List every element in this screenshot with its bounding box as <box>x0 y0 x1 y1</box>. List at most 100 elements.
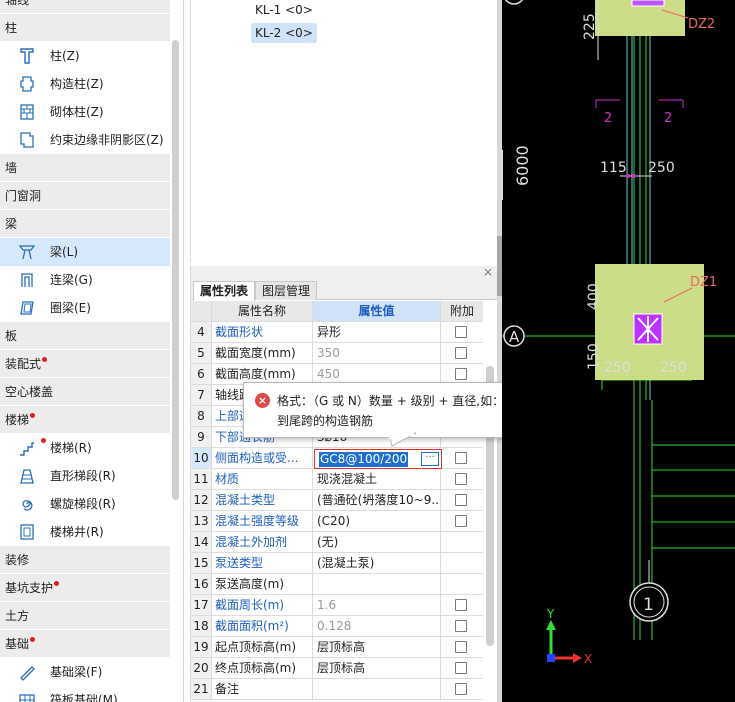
table-row[interactable]: 16 泵送高度(m) <box>191 574 483 595</box>
extra-checkbox[interactable] <box>455 683 467 695</box>
extra-checkbox[interactable] <box>455 515 467 527</box>
table-row[interactable]: 20 终点顶标高(m) 层顶标高 <box>191 658 483 679</box>
extra-checkbox[interactable] <box>455 662 467 674</box>
nav-item-label: 梁(L) <box>50 245 79 259</box>
table-row[interactable]: 12 混凝土类型 (普通砼(坍落度10~9... <box>191 490 483 511</box>
property-value[interactable]: 450 <box>313 364 441 384</box>
row-number: 19 <box>191 637 212 657</box>
nav-category-axis[interactable]: 轴线 <box>0 0 170 14</box>
property-value[interactable]: (混凝土泵) <box>313 553 441 573</box>
table-row[interactable]: 5 截面宽度(mm) 350 <box>191 343 483 364</box>
property-name: 备注 <box>212 679 313 699</box>
property-value[interactable]: 层顶标高 <box>313 658 441 678</box>
property-value[interactable] <box>313 679 441 699</box>
nav-item-label: 筏板基础(M) <box>50 693 118 702</box>
row-number: 21 <box>191 679 212 699</box>
dim-6000: 6000 <box>513 145 532 186</box>
nav-category-stair[interactable]: 楼梯 <box>0 406 170 434</box>
nav-item-label: 圈梁(E) <box>50 301 91 315</box>
extra-cell <box>441 553 483 573</box>
nav-item-raft-foundation[interactable]: 筏板基础(M) <box>0 686 170 702</box>
raft-foundation-icon <box>19 694 35 702</box>
label-dz2: DZ2 <box>688 17 715 32</box>
extra-cell <box>441 616 483 636</box>
property-tabs: 属性列表 图层管理 <box>191 280 497 301</box>
table-row[interactable]: 19 起点顶标高(m) 层顶标高 <box>191 637 483 658</box>
nav-item-masonry-column[interactable]: 砌体柱(Z) <box>0 98 170 126</box>
nav-category-column[interactable]: 柱 <box>0 14 170 42</box>
table-row[interactable]: 4 截面形状 异形 <box>191 322 483 343</box>
row-number: 8 <box>191 406 212 426</box>
property-value[interactable]: (普通砼(坍落度10~9... <box>313 490 441 510</box>
table-row[interactable]: 13 混凝土强度等级 (C20) <box>191 511 483 532</box>
grid-header-extra: 附加 <box>441 301 483 321</box>
extra-checkbox[interactable] <box>455 473 467 485</box>
nav-category-earthwork[interactable]: 土方 <box>0 602 170 630</box>
property-value[interactable] <box>313 574 441 594</box>
nav-category-beam[interactable]: 梁 <box>0 210 170 238</box>
property-name: 泵送类型 <box>212 553 313 573</box>
nav-item-beam[interactable]: 梁(L) <box>0 238 170 266</box>
nav-category-decoration[interactable]: 装修 <box>0 546 170 574</box>
property-value[interactable]: 层顶标高 <box>313 637 441 657</box>
nav-item-straight-flight[interactable]: 直形梯段(R) <box>0 462 170 490</box>
tab-layer-management[interactable]: 图层管理 <box>255 281 318 300</box>
nav-item-stair[interactable]: 楼梯(R) <box>0 434 170 462</box>
nav-item-column[interactable]: 柱(Z) <box>0 42 170 70</box>
property-value[interactable]: 0.128 <box>313 616 441 636</box>
extra-checkbox[interactable] <box>455 368 467 380</box>
nav-category-prefab[interactable]: 装配式 <box>0 350 170 378</box>
property-edit-input[interactable]: GC8@100/200 ··· <box>314 449 442 469</box>
close-icon[interactable]: × <box>483 265 493 279</box>
nav-item-stairwell[interactable]: 楼梯井(R) <box>0 518 170 546</box>
nav-item-spiral-flight[interactable]: 螺旋梯段(R) <box>0 490 170 518</box>
nav-category-wall[interactable]: 墙 <box>0 154 170 182</box>
property-value[interactable]: 现浇混凝土 <box>313 469 441 489</box>
property-value[interactable]: (C20) <box>313 511 441 531</box>
nav-category-slab[interactable]: 板 <box>0 322 170 350</box>
extra-checkbox[interactable] <box>455 599 467 611</box>
spiral-flight-icon <box>22 500 33 511</box>
nav-category-foundation[interactable]: 基础 <box>0 630 170 658</box>
extra-checkbox[interactable] <box>455 494 467 506</box>
table-row[interactable]: 18 截面面积(m²) 0.128 <box>191 616 483 637</box>
property-name: 截面形状 <box>212 322 313 342</box>
nav-item-constructional-column[interactable]: 构造柱(Z) <box>0 70 170 98</box>
tab-property-list[interactable]: 属性列表 <box>193 281 256 301</box>
nav-scrollbar-thumb[interactable] <box>172 40 179 500</box>
extra-checkbox[interactable] <box>455 452 467 464</box>
grid-header-name: 属性名称 <box>212 301 313 321</box>
nav-category-pit-support[interactable]: 基坑支护 <box>0 574 170 602</box>
dim-400: 400 <box>586 283 602 310</box>
extra-checkbox[interactable] <box>455 641 467 653</box>
more-options-button[interactable]: ··· <box>421 452 439 466</box>
tree-node-kl-1[interactable]: KL-1 <0> <box>251 0 317 20</box>
nav-category-hollow-floor[interactable]: 空心楼盖 <box>0 378 170 406</box>
extra-cell <box>441 679 483 699</box>
property-value[interactable]: 异形 <box>313 322 441 342</box>
property-name: 混凝土强度等级 <box>212 511 313 531</box>
tree-node-kl-2[interactable]: KL-2 <0> <box>251 23 317 43</box>
table-row[interactable]: 21 备注 <box>191 679 483 700</box>
ucs-x-label: X <box>584 652 592 666</box>
table-row[interactable]: 14 混凝土外加剂 (无) <box>191 532 483 553</box>
table-row[interactable]: 15 泵送类型 (混凝土泵) <box>191 553 483 574</box>
extra-checkbox[interactable] <box>455 620 467 632</box>
extra-checkbox[interactable] <box>455 326 467 338</box>
dim-node <box>632 174 636 178</box>
dim-225: 225 <box>582 13 598 40</box>
ucs-y-arrow <box>546 620 556 630</box>
table-row[interactable]: 11 材质 现浇混凝土 <box>191 469 483 490</box>
nav-item-foundation-beam[interactable]: 基础梁(F) <box>0 658 170 686</box>
table-row-active[interactable]: 10 侧面构造或受... GC8@100/200 ··· <box>191 448 483 469</box>
property-value[interactable]: (无) <box>313 532 441 552</box>
nav-item-coupling-beam[interactable]: 连梁(G) <box>0 266 170 294</box>
nav-category-door-window[interactable]: 门窗洞 <box>0 182 170 210</box>
property-value[interactable]: 350 <box>313 343 441 363</box>
cad-drawing-canvas[interactable]: DZ2 225 2 2 6000 115 250 DZ1 400 150 250… <box>502 0 735 702</box>
nav-item-ring-beam[interactable]: 圈梁(E) <box>0 294 170 322</box>
nav-item-boundary-zone[interactable]: 约束边缘非阴影区(Z) <box>0 126 170 154</box>
extra-checkbox[interactable] <box>455 347 467 359</box>
table-row[interactable]: 17 截面周长(m) 1.6 <box>191 595 483 616</box>
property-value[interactable]: 1.6 <box>313 595 441 615</box>
